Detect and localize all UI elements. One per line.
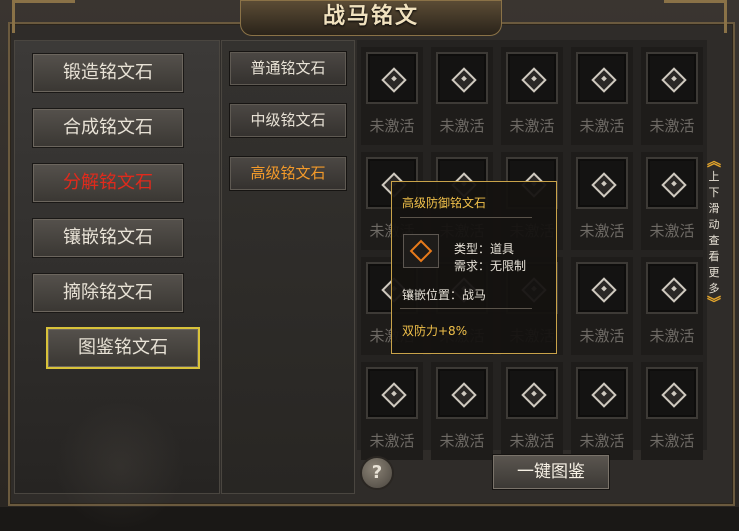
slot-frame [576, 262, 628, 314]
item-tooltip: 高级防御铭文石 类型：道具 需求：无限制 镶嵌位置：战马 双防力+8% [391, 181, 557, 354]
rune-slot[interactable]: 未激活 [431, 47, 493, 145]
background-emblem [55, 401, 185, 531]
slot-status-label: 未激活 [649, 222, 695, 240]
rune-slot[interactable]: 未激活 [501, 47, 563, 145]
one-click-codex-button[interactable]: 一键图鉴 [492, 454, 610, 490]
synthesize-button[interactable]: 合成铭文石 [32, 108, 184, 148]
slot-frame [366, 52, 418, 104]
slot-frame [436, 367, 488, 419]
slot-status-label: 未激活 [579, 117, 625, 135]
slot-frame [366, 367, 418, 419]
rune-slot[interactable]: 未激活 [641, 47, 703, 145]
slot-frame [436, 52, 488, 104]
title-bar: 战马铭文 [240, 0, 502, 36]
rune-item-icon [403, 234, 439, 268]
slot-frame [646, 52, 698, 104]
rune-slot[interactable]: 未激活 [641, 152, 703, 250]
rune-icon [661, 67, 687, 93]
tooltip-bonus: 双防力+8% [402, 324, 468, 338]
slot-frame [506, 52, 558, 104]
slot-frame [646, 367, 698, 419]
tooltip-position: 镶嵌位置：战马 [402, 288, 487, 302]
rune-icon [661, 382, 687, 408]
slot-frame [646, 157, 698, 209]
scroll-hint-char: 查 [708, 234, 720, 247]
slot-status-label: 未激活 [649, 432, 695, 450]
slot-frame [506, 367, 558, 419]
rune-icon [591, 172, 617, 198]
rune-slot[interactable]: 未激活 [361, 47, 423, 145]
scroll-hint-char: 上 [708, 170, 720, 183]
scroll-hint-char: 多 [708, 282, 720, 295]
rune-icon [381, 67, 407, 93]
tooltip-requirement: 需求：无限制 [454, 259, 527, 273]
frame-corner-right [664, 0, 727, 33]
tooltip-divider [400, 217, 532, 218]
frame-corner-left [12, 0, 75, 33]
tier-advanced-button[interactable]: 高级铭文石 [229, 156, 347, 191]
slot-status-label: 未激活 [369, 432, 415, 450]
tier-common-button[interactable]: 普通铭文石 [229, 51, 347, 86]
codex-button[interactable]: 图鉴铭文石 [46, 327, 200, 369]
rune-icon [661, 277, 687, 303]
tier-medium-button[interactable]: 中级铭文石 [229, 103, 347, 138]
help-button[interactable]: ? [360, 456, 394, 490]
decompose-button[interactable]: 分解铭文石 [32, 163, 184, 203]
remove-button[interactable]: 摘除铭文石 [32, 273, 184, 313]
slot-status-label: 未激活 [649, 117, 695, 135]
inlay-button[interactable]: 镶嵌铭文石 [32, 218, 184, 258]
rune-icon [661, 172, 687, 198]
scroll-hint-char: 更 [708, 266, 720, 279]
rune-slot[interactable]: 未激活 [641, 257, 703, 355]
rune-icon [591, 382, 617, 408]
slot-status-label: 未激活 [649, 327, 695, 345]
tooltip-divider [400, 308, 532, 309]
slot-status-label: 未激活 [439, 432, 485, 450]
window-title: 战马铭文 [322, 4, 419, 29]
slot-status-label: 未激活 [509, 432, 555, 450]
rune-slot[interactable]: 未激活 [501, 362, 563, 460]
scroll-hint-char: 动 [708, 218, 720, 231]
slot-status-label: 未激活 [369, 117, 415, 135]
rune-slot[interactable]: 未激活 [431, 362, 493, 460]
rune-icon [521, 67, 547, 93]
rune-slot[interactable]: 未激活 [571, 47, 633, 145]
rune-icon [451, 382, 477, 408]
forge-button[interactable]: 锻造铭文石 [32, 53, 184, 93]
rune-slot[interactable]: 未激活 [571, 152, 633, 250]
tooltip-type: 类型：道具 [454, 242, 515, 256]
rune-slot[interactable]: 未激活 [641, 362, 703, 460]
scroll-hint-char: 看 [708, 250, 720, 263]
rune-icon [451, 67, 477, 93]
rune-icon [381, 382, 407, 408]
scroll-hint[interactable]: ︽ 上下滑动查看更多 ︾ [706, 155, 722, 365]
slot-status-label: 未激活 [579, 222, 625, 240]
rune-icon [591, 67, 617, 93]
slot-status-label: 未激活 [509, 117, 555, 135]
slot-frame [646, 262, 698, 314]
slot-frame [576, 52, 628, 104]
scroll-hint-char: 下 [708, 186, 720, 199]
slot-frame [576, 367, 628, 419]
rune-slot[interactable]: 未激活 [571, 257, 633, 355]
rune-slot[interactable]: 未激活 [571, 362, 633, 460]
slot-status-label: 未激活 [439, 117, 485, 135]
slot-frame [576, 157, 628, 209]
rune-icon [591, 277, 617, 303]
chevron-up-icon[interactable]: ︽ [706, 155, 722, 169]
rune-slot[interactable]: 未激活 [361, 362, 423, 460]
rune-icon [521, 382, 547, 408]
scroll-hint-char: 滑 [708, 202, 720, 215]
chevron-down-icon[interactable]: ︾ [706, 297, 722, 311]
tooltip-title: 高级防御铭文石 [402, 196, 487, 210]
slot-status-label: 未激活 [579, 327, 625, 345]
slot-status-label: 未激活 [579, 432, 625, 450]
